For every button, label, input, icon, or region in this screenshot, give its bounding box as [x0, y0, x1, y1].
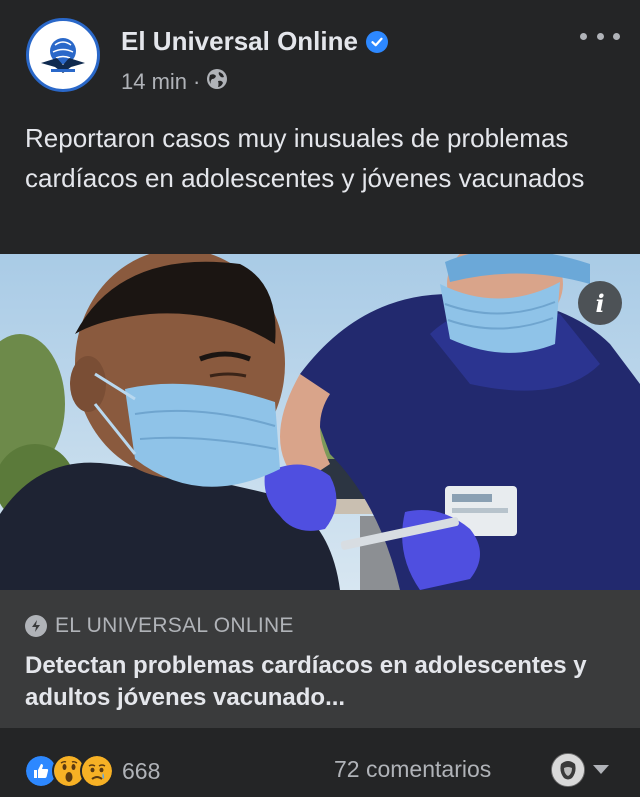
post-card: El Universal Online 14 min · Reportaron … — [0, 0, 640, 797]
link-source: EL UNIVERSAL ONLINE — [25, 614, 294, 638]
link-headline[interactable]: Detectan problemas cardíacos en adolesce… — [25, 650, 625, 714]
post-photo[interactable] — [0, 254, 640, 590]
globe-icon — [206, 68, 228, 96]
meta-separator: · — [193, 69, 201, 94]
info-icon[interactable]: i — [578, 281, 622, 325]
post-timestamp[interactable]: 14 min — [121, 69, 187, 95]
reaction-count[interactable]: 668 — [122, 758, 160, 785]
sad-icon — [80, 754, 114, 788]
chevron-down-icon[interactable] — [592, 764, 610, 776]
author-name[interactable]: El Universal Online — [121, 26, 358, 57]
post-meta: 14 min · — [121, 68, 228, 96]
more-options-icon[interactable] — [580, 24, 620, 48]
reactions-summary[interactable]: 668 — [24, 754, 160, 788]
post-text: Reportaron casos muy inusuales de proble… — [25, 123, 585, 193]
verified-badge-icon — [365, 30, 388, 53]
post-footer: 668 72 comentarios — [0, 740, 640, 797]
page-avatar[interactable] — [26, 18, 100, 92]
post-header: El Universal Online 14 min · — [0, 0, 640, 115]
el-universal-logo-icon — [35, 27, 91, 83]
comments-link[interactable]: 72 comentarios — [334, 756, 491, 783]
viewer-avatar-icon[interactable] — [551, 753, 585, 787]
vaccination-photo — [0, 254, 640, 590]
lightning-icon — [25, 615, 47, 637]
page-name[interactable]: El Universal Online — [121, 26, 388, 57]
link-source-text: EL UNIVERSAL ONLINE — [55, 614, 294, 637]
